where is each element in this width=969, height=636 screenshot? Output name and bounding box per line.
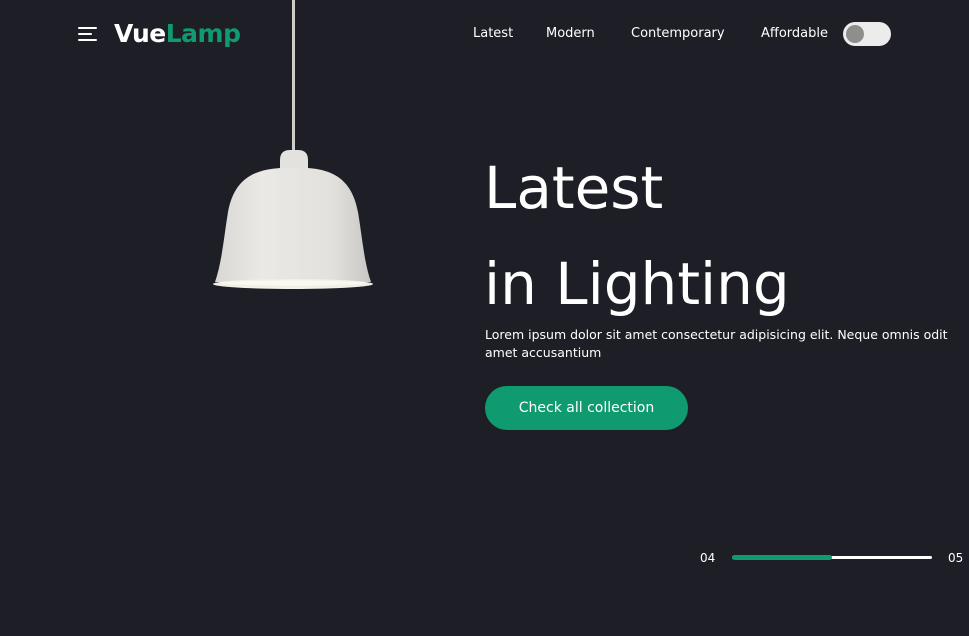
slide-progress-bar[interactable] — [732, 555, 932, 560]
hero-title-line-1: Latest — [484, 154, 664, 222]
theme-toggle[interactable] — [843, 22, 891, 46]
check-collection-button[interactable]: Check all collection — [485, 386, 688, 430]
hero-description: Lorem ipsum dolor sit amet consectetur a… — [485, 327, 948, 360]
site-header: VueLamp Latest Modern Contemporary Affor… — [0, 0, 969, 68]
pendant-lamp-image — [213, 0, 373, 289]
logo-text-vue: Vue — [114, 19, 166, 48]
nav-link-contemporary[interactable]: Contemporary — [631, 24, 725, 44]
slide-current-number: 04 — [700, 551, 716, 565]
nav-link-affordable[interactable]: Affordable — [761, 24, 828, 44]
slide-progress-fill — [732, 555, 832, 560]
hamburger-menu-icon[interactable] — [78, 26, 98, 44]
slide-total-number: 05 — [948, 551, 964, 565]
nav-link-modern[interactable]: Modern — [546, 24, 595, 44]
hero-title-line-2: in Lighting — [484, 250, 790, 318]
hero-title: Latest in Lighting — [484, 140, 790, 332]
toggle-knob — [846, 25, 864, 43]
nav-link-latest[interactable]: Latest — [473, 24, 513, 44]
